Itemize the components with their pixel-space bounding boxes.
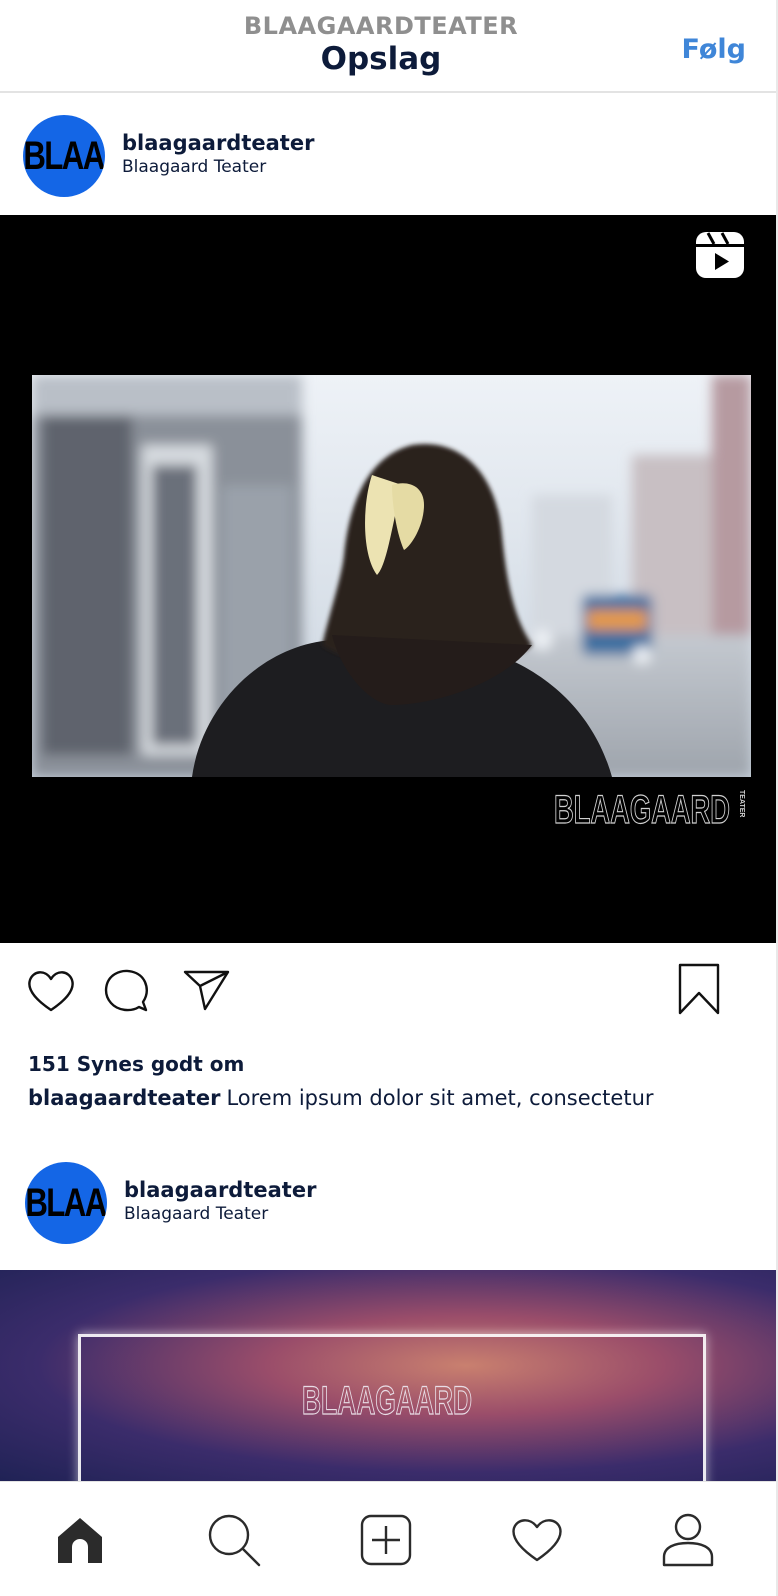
send-icon[interactable]	[182, 968, 232, 1012]
search-icon	[208, 1514, 261, 1567]
avatar[interactable]: BLAA	[23, 115, 105, 197]
video-thumbnail	[32, 375, 751, 777]
top-header: BLAAGAARDTEATER Opslag Følg	[0, 0, 776, 93]
blaagaard-watermark: BLAAGAARD TEATER	[553, 787, 746, 832]
overlay-text: BLAAGAARD	[302, 1379, 472, 1418]
home-icon	[58, 1518, 102, 1563]
likes-count[interactable]: 151 Synes godt om	[28, 1052, 244, 1076]
post-username[interactable]: blaagaardteater	[122, 131, 314, 155]
post-image[interactable]: BLAAGAARD	[0, 1270, 776, 1482]
nav-activity[interactable]	[509, 1512, 565, 1568]
comment-icon[interactable]	[103, 968, 149, 1014]
bottom-navigation	[0, 1481, 776, 1596]
bookmark-icon[interactable]	[678, 963, 720, 1015]
avatar-text: BLAA	[23, 133, 105, 178]
nav-profile[interactable]	[660, 1512, 716, 1568]
avatar[interactable]: BLAA	[25, 1162, 107, 1244]
heart-icon[interactable]	[26, 968, 76, 1014]
nav-create[interactable]	[358, 1512, 414, 1568]
post-caption: blaagaardteater Lorem ipsum dolor sit ame…	[28, 1086, 654, 1110]
app-frame: BLAAGAARDTEATER Opslag Følg BLAA blaagaa…	[0, 0, 778, 1596]
activity-heart-icon	[512, 1519, 562, 1562]
nav-home[interactable]	[52, 1512, 108, 1568]
caption-text: Lorem ipsum dolor sit amet, consectetur	[226, 1086, 654, 1110]
watermark-text: BLAAGAARD	[554, 788, 730, 827]
profile-icon	[662, 1513, 714, 1567]
caption-username[interactable]: blaagaardteater	[28, 1086, 220, 1110]
page-title: Opslag	[320, 41, 442, 77]
post-header: BLAA blaagaardteater Blaagaard Teater	[0, 1150, 776, 1270]
avatar-text: BLAA	[25, 1180, 107, 1225]
post-header: BLAA blaagaardteater Blaagaard Teater	[0, 95, 776, 215]
follow-button[interactable]: Følg	[682, 34, 746, 65]
post-display-name: Blaagaard Teater	[124, 1204, 269, 1224]
post-video[interactable]: BLAAGAARD TEATER	[0, 215, 776, 943]
add-post-icon	[360, 1514, 412, 1566]
watermark-small-text: TEATER	[738, 790, 745, 817]
post-username[interactable]: blaagaardteater	[124, 1178, 316, 1202]
account-label: BLAAGAARDTEATER	[243, 12, 519, 40]
nav-search[interactable]	[206, 1512, 262, 1568]
post-actions	[0, 963, 776, 1038]
post-display-name: Blaagaard Teater	[122, 157, 267, 177]
reels-icon	[696, 232, 744, 278]
overlay-logo: BLAAGAARD	[0, 1378, 776, 1423]
